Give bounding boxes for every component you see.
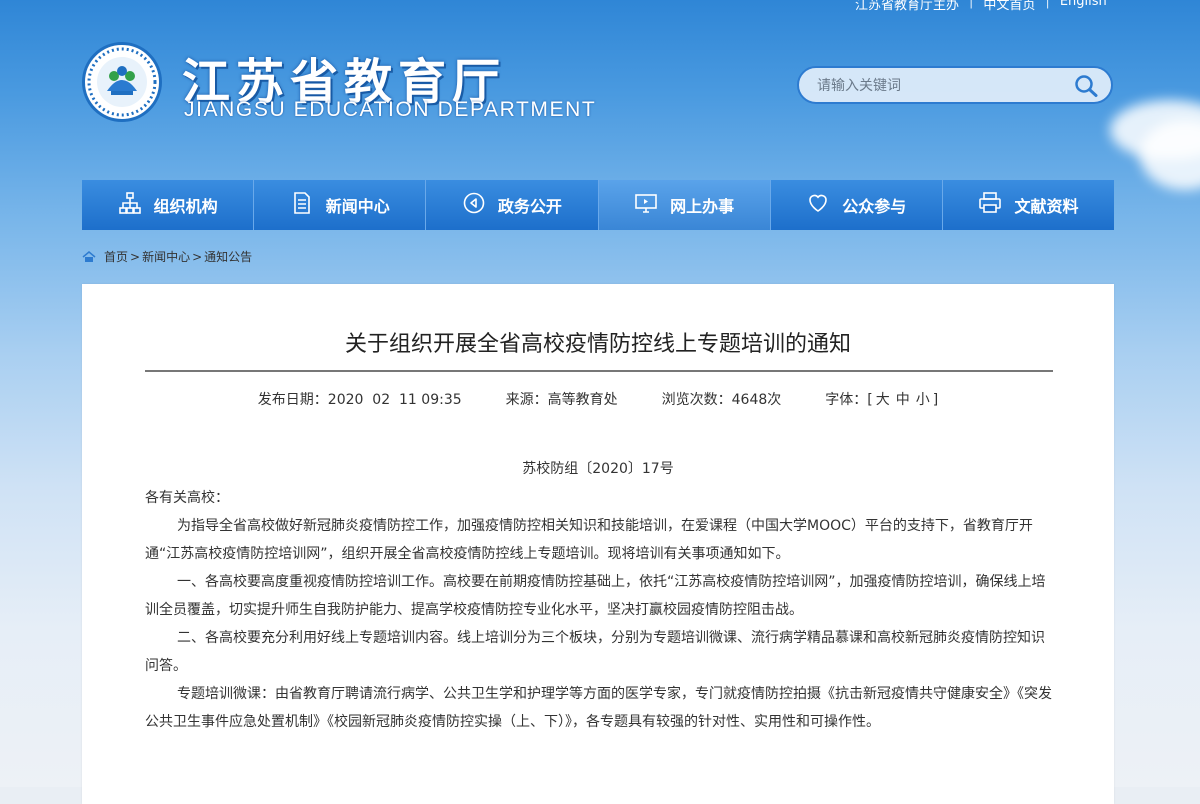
nav-item-label: 网上办事 — [670, 197, 735, 216]
breadcrumb-separator: > — [130, 249, 141, 264]
font-size-control: 字体：[大中小] — [825, 389, 938, 409]
breadcrumb-home-link[interactable]: 首页 — [104, 248, 128, 265]
printer-icon — [978, 191, 1002, 219]
heart-icon — [806, 191, 830, 219]
nav-item-government-affairs[interactable]: 政务公开 — [426, 180, 599, 230]
breadcrumb-separator: > — [192, 249, 203, 264]
document-icon — [290, 191, 314, 219]
body-paragraph: 一、各高校要高度重视疫情防控培训工作。高校要在前期疫情防控基础上，依托“江苏高校… — [145, 574, 1046, 618]
body-paragraph: 为指导全省高校做好新冠肺炎疫情防控工作，加强疫情防控相关知识和技能培训，在爱课程… — [145, 518, 1033, 562]
search-box — [797, 66, 1113, 104]
site-host-label: 江苏省教育厅主办 — [855, 0, 960, 13]
body-paragraph: 专题培训微课：由省教育厅聘请流行病学、公共卫生学和护理学等方面的医学专家，专门就… — [145, 686, 1052, 730]
breadcrumb-news-link[interactable]: 新闻中心 — [142, 248, 190, 265]
nav-item-label: 政务公开 — [497, 197, 562, 216]
breadcrumb-current-link[interactable]: 通知公告 — [204, 248, 252, 265]
main-nav: 组织机构 新闻中心 政务公开 网上办事 公众参与 文献资料 — [82, 180, 1114, 230]
site-logo[interactable]: 江苏省教育厅 JIANGSU EDUCATION DEPARTMENT — [82, 40, 595, 130]
font-size-medium-button[interactable]: 中 — [896, 392, 910, 408]
search-input[interactable] — [815, 75, 1069, 97]
monitor-icon — [634, 191, 658, 219]
home-icon — [82, 250, 96, 263]
breadcrumb: 首页 > 新闻中心 > 通知公告 — [82, 248, 252, 265]
nav-item-label: 公众参与 — [842, 197, 907, 216]
site-subtitle: JIANGSU EDUCATION DEPARTMENT — [184, 98, 597, 121]
english-link[interactable]: English — [1060, 0, 1107, 13]
emblem-icon — [82, 42, 162, 122]
nav-item-documents[interactable]: 文献资料 — [943, 180, 1114, 230]
nav-item-label: 文献资料 — [1014, 197, 1079, 216]
document-number: 苏校防组〔2020〕17号 — [522, 461, 674, 477]
chinese-home-link[interactable]: 中文首页 — [983, 0, 1035, 13]
nav-item-organization[interactable]: 组织机构 — [82, 180, 255, 230]
view-count: 浏览次数：4648次 — [661, 392, 782, 408]
font-size-bracket: ] — [932, 392, 939, 408]
article-panel: 关于组织开展全省高校疫情防控线上专题培训的通知 发布日期：2020 02 11 … — [82, 284, 1114, 804]
article-meta: 发布日期：2020 02 11 09:35 来源：高等教育处 浏览次数：4648… — [82, 389, 1114, 409]
play-circle-icon — [462, 191, 486, 219]
title-divider — [145, 370, 1053, 372]
font-size-large-button[interactable]: 大 — [876, 392, 890, 408]
nav-item-public-participation[interactable]: 公众参与 — [771, 180, 943, 230]
salutation: 各有关高校： — [145, 490, 229, 506]
body-paragraph: 二、各高校要充分利用好线上专题培训内容。线上培训分为三个板块，分别为专题培训微课… — [145, 630, 1045, 674]
nav-item-online-services[interactable]: 网上办事 — [598, 180, 771, 230]
nav-item-label: 组织机构 — [153, 197, 218, 216]
font-size-label: 字体：[ — [825, 392, 873, 408]
font-size-small-button[interactable]: 小 — [916, 392, 930, 408]
search-icon[interactable] — [1073, 74, 1099, 98]
nav-item-news-center[interactable]: 新闻中心 — [254, 180, 427, 230]
top-links: 江苏省教育厅主办 | 中文首页 | English — [855, 0, 1107, 13]
article-source: 来源：高等教育处 — [505, 392, 618, 408]
org-chart-icon — [118, 191, 142, 219]
nav-item-label: 新闻中心 — [325, 197, 390, 216]
article-title: 关于组织开展全省高校疫情防控线上专题培训的通知 — [344, 332, 851, 357]
publish-date: 发布日期：2020 02 11 09:35 — [257, 392, 462, 408]
article-body: 各有关高校： 为指导全省高校做好新冠肺炎疫情防控工作，加强疫情防控相关知识和技能… — [145, 484, 1055, 736]
